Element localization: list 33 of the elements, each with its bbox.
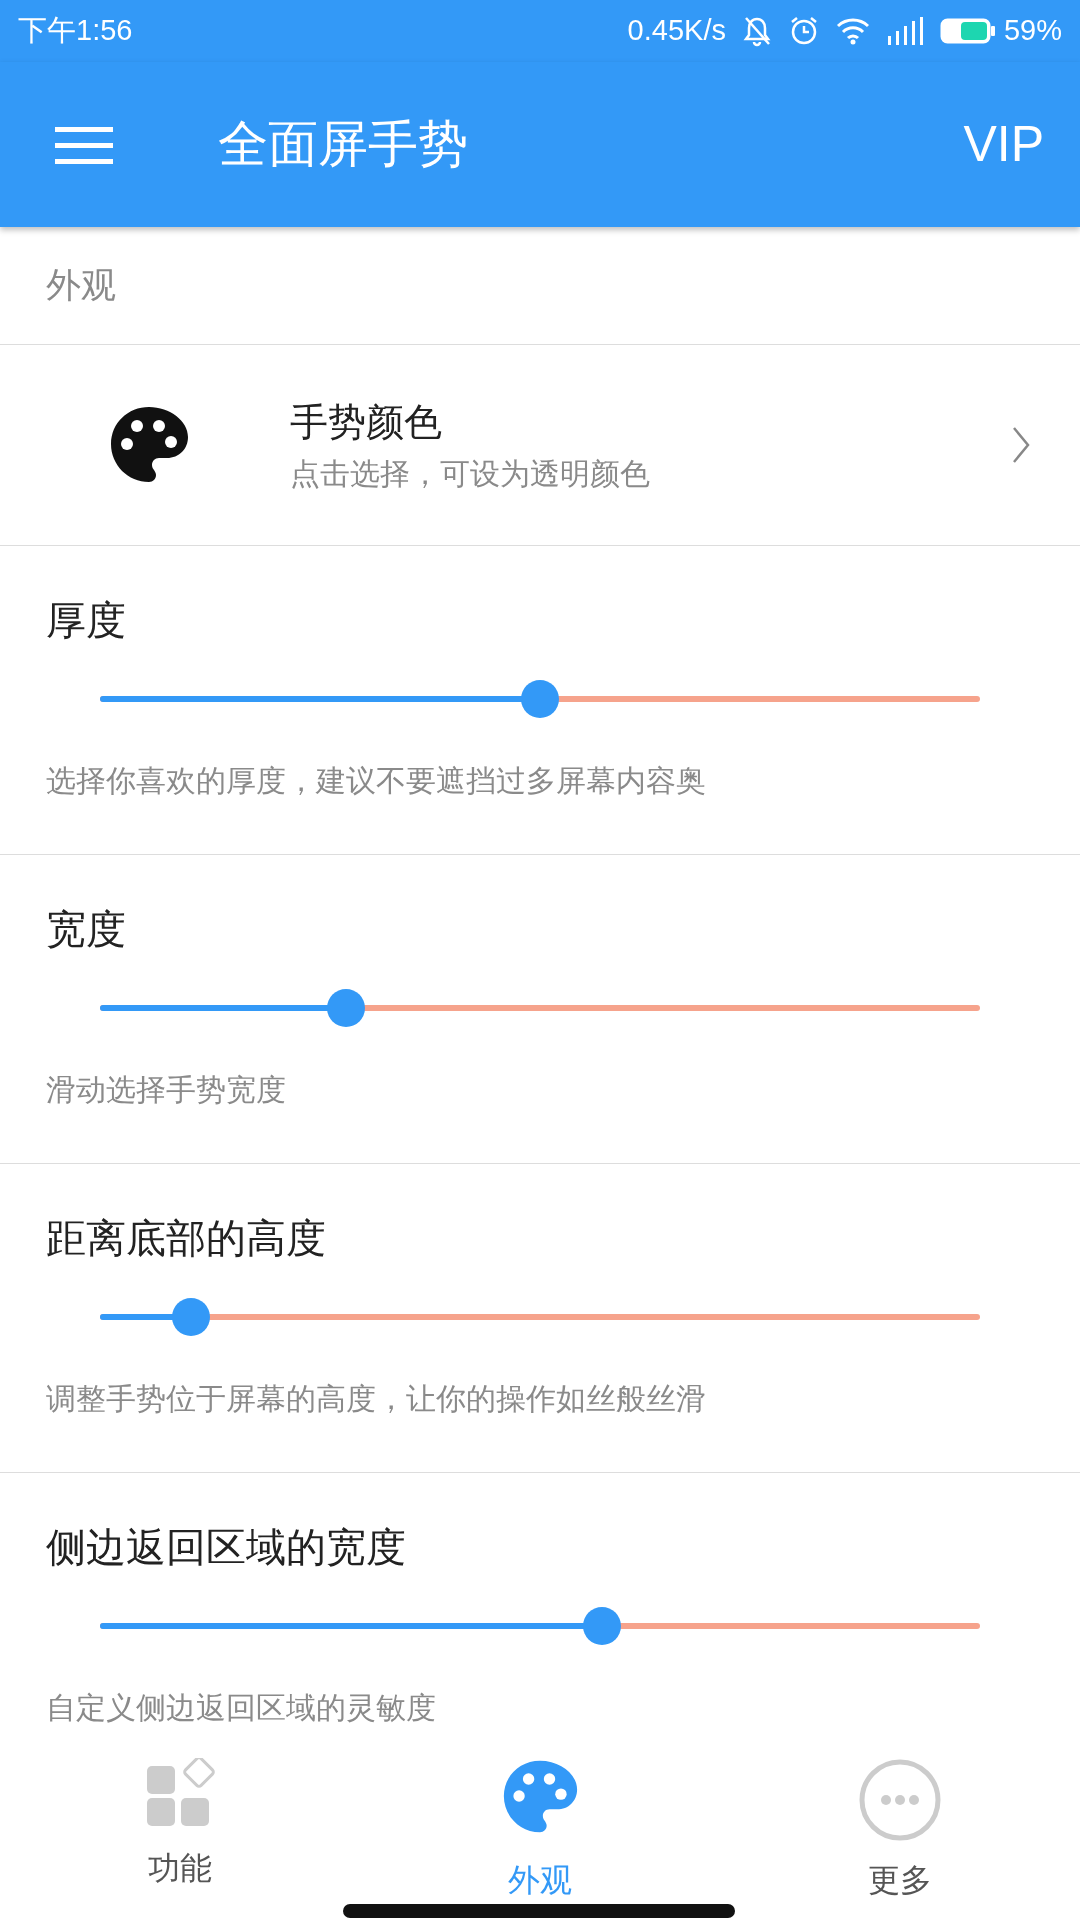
nav-tab[interactable]: 更多: [800, 1750, 1000, 1920]
signal-icon: [885, 16, 924, 46]
slider-description: 调整手势位于屏幕的高度，让你的操作如丝般丝滑: [46, 1381, 707, 1417]
network-speed: 0.45K/s: [627, 13, 726, 49]
menu-icon[interactable]: [55, 124, 113, 165]
slider-label: 厚度: [46, 597, 127, 644]
slider-thumb[interactable]: [327, 989, 366, 1027]
slider-label: 侧边返回区域的宽度: [46, 1524, 407, 1571]
slider-label: 宽度: [46, 906, 127, 953]
bell-off-icon: [741, 15, 772, 47]
slider-track[interactable]: [100, 1623, 980, 1629]
slider-thumb[interactable]: [521, 680, 559, 718]
slider-description: 滑动选择手势宽度: [46, 1072, 287, 1108]
wifi-icon: [835, 17, 870, 45]
section-header: 外观: [46, 264, 116, 307]
status-time: 下午1:56: [18, 13, 133, 49]
slider-track[interactable]: [100, 1314, 980, 1320]
slider-track[interactable]: [100, 696, 980, 702]
item-title: 手势颜色: [290, 400, 443, 445]
slider-thumb[interactable]: [171, 1298, 210, 1336]
slider-label: 距离底部的高度: [46, 1215, 327, 1262]
nav-tab[interactable]: 功能: [80, 1750, 280, 1920]
slider-track[interactable]: [100, 1005, 980, 1011]
battery-icon: [939, 16, 996, 46]
battery-percentage: 59%: [1003, 13, 1062, 49]
slider-description: 选择你喜欢的厚度，建议不要遮挡过多屏幕内容奥: [46, 763, 707, 799]
app-title: 全面屏手势: [218, 115, 468, 174]
slider-thumb[interactable]: [583, 1607, 622, 1645]
item-subtitle: 点击选择，可设为透明颜色: [290, 456, 650, 492]
chevron-right-icon: [1012, 426, 1030, 464]
more-icon: [858, 1758, 942, 1842]
slider-description: 自定义侧边返回区域的灵敏度: [46, 1690, 437, 1726]
gesture-color-item[interactable]: 手势颜色 点击选择，可设为透明颜色: [0, 345, 1080, 546]
